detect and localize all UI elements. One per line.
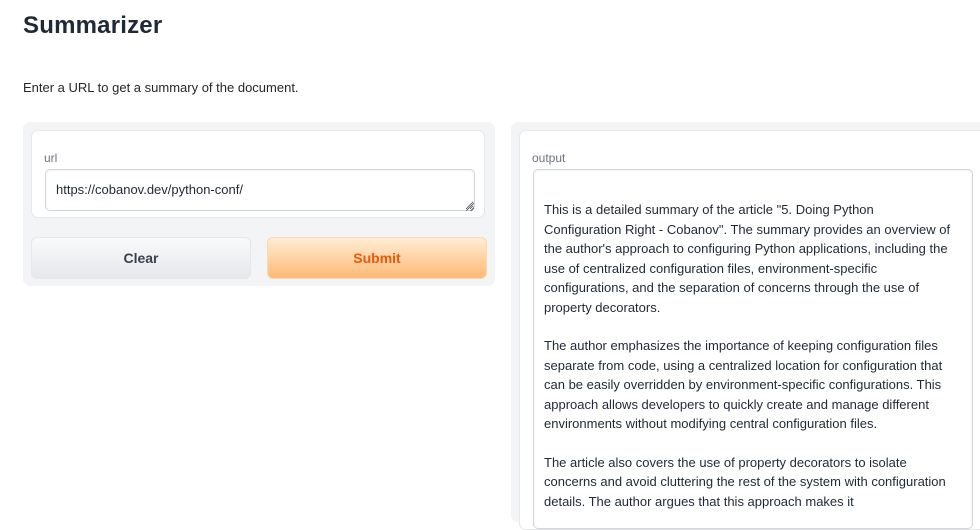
output-label: output <box>532 151 566 165</box>
page-title: Summarizer <box>23 12 163 39</box>
clear-button[interactable]: Clear <box>31 237 251 279</box>
page-description: Enter a URL to get a summary of the docu… <box>23 80 299 95</box>
url-input[interactable]: https://cobanov.dev/python-conf/ <box>45 169 475 211</box>
url-block: url https://cobanov.dev/python-conf/ <box>31 130 485 218</box>
url-label: url <box>44 151 58 165</box>
output-paragraph: The author emphasizes the importance of … <box>544 338 943 431</box>
output-textbox[interactable]: This is a detailed summary of the articl… <box>533 169 973 529</box>
input-panel: url https://cobanov.dev/python-conf/ Cle… <box>23 122 495 286</box>
output-block: output This is a detailed summary of the… <box>519 130 980 530</box>
output-paragraph: The article also covers the use of prope… <box>544 454 946 509</box>
submit-button[interactable]: Submit <box>267 237 487 279</box>
output-paragraph: This is a detailed summary of the articl… <box>544 202 951 315</box>
output-panel: output This is a detailed summary of the… <box>511 122 980 530</box>
